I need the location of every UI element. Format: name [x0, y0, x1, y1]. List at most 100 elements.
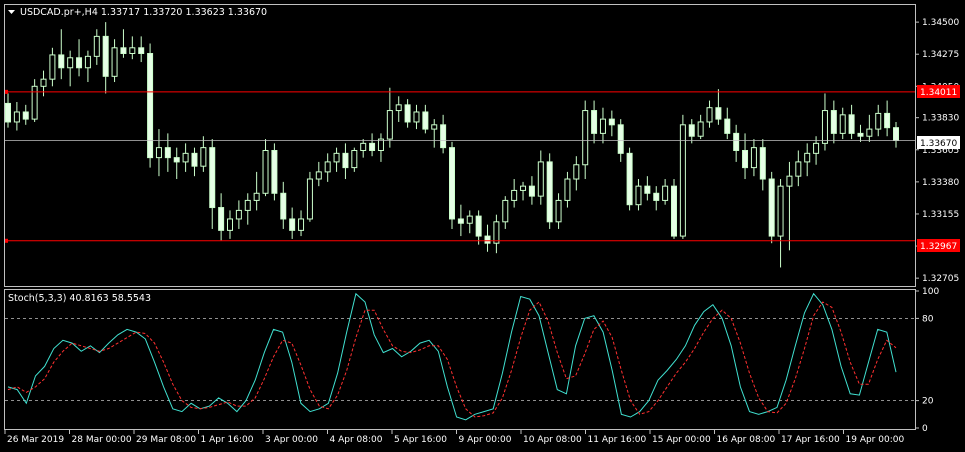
candle-body-bull	[679, 124, 686, 237]
candle	[76, 39, 83, 77]
candle	[768, 171, 775, 244]
stoch-panel-title: Stoch(5,3,3) 40.8163 58.5543	[8, 293, 151, 304]
candle-body-bull	[431, 124, 438, 130]
candle-body-bull	[635, 185, 642, 206]
candle	[582, 100, 589, 180]
candle-body-bear	[671, 185, 677, 237]
candle-body-bull	[227, 218, 233, 231]
time-axis-label: 3 Apr 00:00	[265, 435, 318, 445]
candle-body-bull	[40, 78, 47, 87]
resistance-price-tag-text: 1.34011	[920, 88, 957, 98]
main-panel-title-text: USDCAD.pr+,H4 1.33717 1.33720 1.33623 1.…	[20, 7, 267, 18]
candle	[200, 136, 207, 172]
candle-body-bull	[351, 149, 358, 169]
candle	[111, 39, 118, 83]
candle-body-bull	[200, 147, 207, 167]
candle	[750, 139, 757, 177]
time-axis-label: 29 Mar 08:00	[136, 435, 196, 445]
candle-body-bear	[422, 111, 429, 130]
candle	[129, 36, 136, 60]
candle-body-bear	[449, 147, 455, 220]
support-price-tag: 1.32967	[917, 239, 960, 252]
candle-body-bull	[315, 171, 322, 180]
candle	[102, 22, 109, 94]
candle	[821, 93, 828, 151]
candle-body-bear	[768, 178, 775, 237]
candle	[49, 47, 56, 87]
candle-body-bear	[484, 235, 491, 244]
candle	[866, 114, 873, 142]
candle	[653, 186, 660, 211]
price-axis-label: 1.34500	[922, 18, 959, 28]
candle-body-bear	[830, 110, 837, 134]
candle	[138, 36, 145, 63]
candle	[502, 196, 509, 229]
candle-body-bull	[360, 142, 367, 151]
candle-body-bull	[253, 192, 260, 201]
candle	[262, 139, 269, 197]
candle-body-bull	[662, 185, 669, 201]
candle-body-bear	[404, 104, 411, 123]
stoch-axis-label: 0	[922, 424, 928, 434]
candle	[804, 143, 811, 177]
time-axis-label: 19 Apr 00:00	[846, 435, 905, 445]
candle	[608, 110, 615, 137]
price-axis-label: 1.32705	[922, 274, 959, 284]
line-anchor-handle[interactable]	[5, 89, 8, 94]
dropdown-triangle-icon[interactable]	[8, 10, 15, 14]
stoch-axis-label: 80	[922, 314, 934, 324]
candle	[84, 50, 91, 83]
candle-body-bear	[688, 124, 695, 137]
candle-body-bull	[821, 110, 828, 144]
candle-body-bull	[795, 161, 802, 177]
candle-body-bull	[262, 149, 269, 194]
time-axis-label: 1 Apr 16:00	[201, 435, 254, 445]
candle-body-bull	[235, 209, 242, 220]
chart-canvas[interactable]: 10080200 1.345001.342751.340501.338301.3…	[0, 0, 965, 452]
candle-body-bear	[58, 54, 65, 69]
time-axis-label: 11 Apr 16:00	[588, 435, 647, 445]
candle	[688, 119, 695, 144]
candle-body-bear	[884, 112, 891, 129]
candle	[413, 104, 420, 130]
candle-body-bull	[813, 142, 820, 154]
candle	[644, 176, 651, 201]
candle	[795, 150, 802, 187]
candle-body-bear	[644, 185, 651, 194]
candle	[5, 93, 11, 128]
candle	[573, 156, 580, 191]
candle	[164, 133, 171, 172]
candle-body-bull	[395, 104, 402, 112]
candle	[360, 139, 367, 158]
candle	[786, 161, 793, 251]
main-panel-title: USDCAD.pr+,H4 1.33717 1.33720 1.33623 1.…	[8, 7, 267, 18]
candle	[626, 147, 633, 211]
candle	[31, 79, 38, 122]
candle-body-bull	[386, 110, 393, 140]
candle-body-bear	[591, 110, 598, 134]
candle-body-bear	[102, 35, 109, 77]
candle	[386, 87, 393, 148]
time-axis-label: 17 Apr 16:00	[781, 435, 840, 445]
candle-body-bear	[164, 147, 171, 159]
candle-body-bull	[697, 121, 704, 137]
price-axis-label: 1.33155	[922, 210, 959, 220]
candle-body-bull	[706, 107, 713, 123]
candle	[520, 181, 527, 201]
candle	[315, 161, 322, 187]
support-price-tag-text: 1.32967	[920, 242, 957, 252]
candle-body-bull	[31, 85, 38, 120]
time-axis-label: 5 Apr 16:00	[394, 435, 447, 445]
candle-body-bear	[742, 149, 749, 169]
candle-body-bear	[617, 124, 624, 154]
candle-body-bull	[466, 215, 473, 224]
line-anchor-handle[interactable]	[5, 238, 8, 243]
trading-chart-window[interactable]: 10080200 1.345001.342751.340501.338301.3…	[0, 0, 965, 452]
candle	[280, 181, 287, 229]
candle	[40, 70, 47, 97]
candle-body-bear	[5, 102, 11, 123]
candle-body-bull	[13, 111, 20, 123]
candle-body-bear	[733, 132, 740, 151]
candle-body-bear	[457, 218, 464, 224]
candle	[830, 100, 837, 144]
